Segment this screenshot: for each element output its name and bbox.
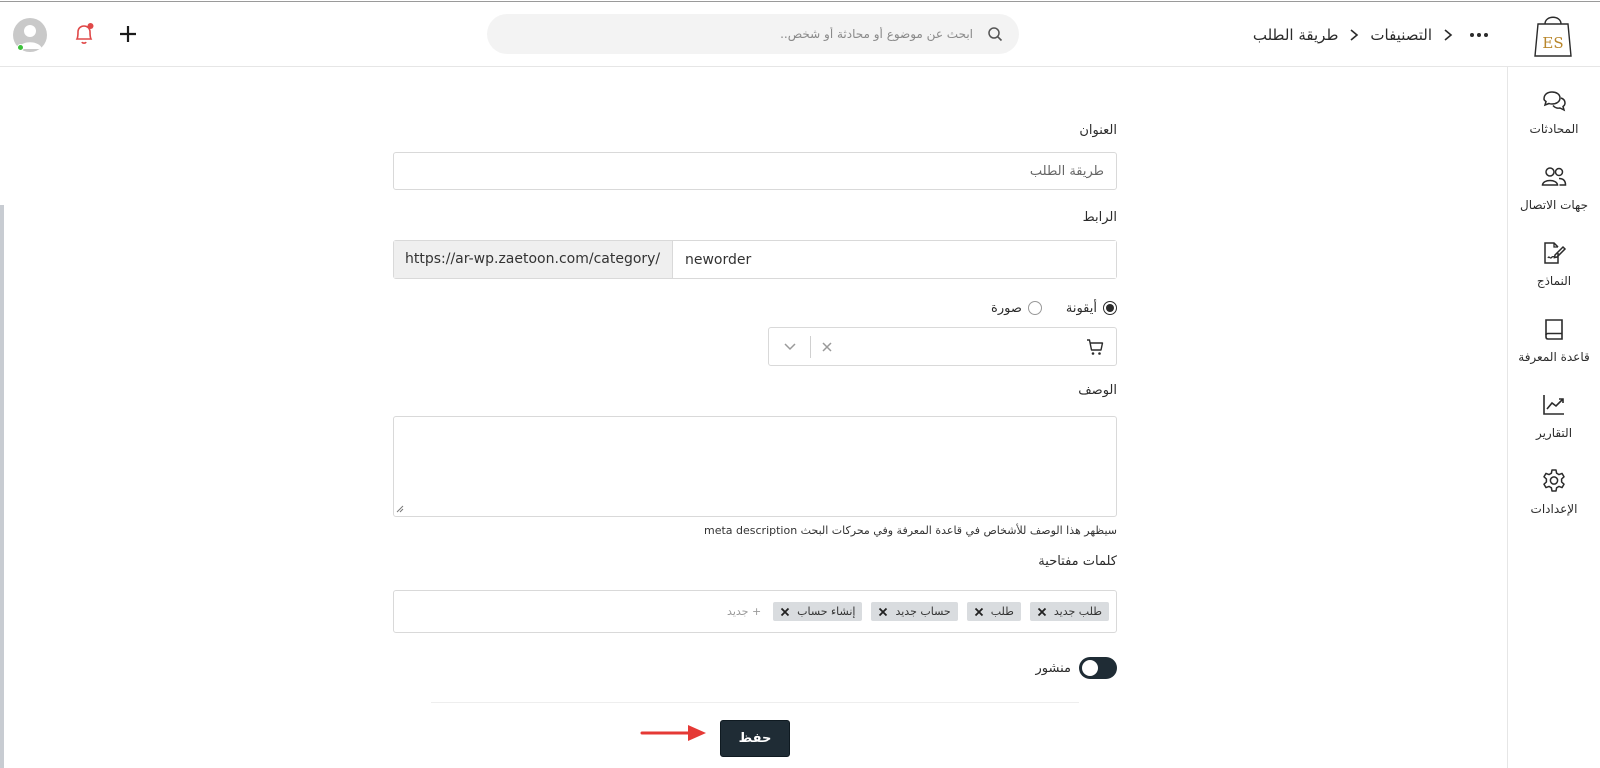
remove-tag-icon[interactable] [974, 607, 984, 617]
keyword-tag: حساب جديد [871, 602, 958, 621]
bell-icon[interactable] [72, 21, 96, 47]
keyword-text: حساب جديد [895, 605, 951, 618]
clear-icon[interactable] [821, 341, 833, 353]
radio-image-label: صورة [991, 300, 1022, 316]
cart-icon [1087, 339, 1104, 355]
description-help: سيظهر هذا الوصف للأشخاص في قاعدة المعرفة… [703, 524, 1117, 537]
keyword-text: إنشاء حساب [797, 605, 856, 618]
chevron-right-icon [1444, 29, 1453, 41]
keyword-tag: إنشاء حساب [773, 602, 863, 621]
icon-select[interactable] [768, 327, 1117, 366]
book-icon [1545, 319, 1563, 340]
forms-icon [1544, 242, 1567, 264]
chevron-down-icon[interactable] [783, 341, 797, 353]
online-status-dot [17, 44, 24, 51]
plus-icon[interactable] [116, 22, 140, 46]
contacts-icon [1541, 167, 1567, 186]
search-input[interactable] [507, 14, 973, 54]
search-icon [988, 27, 1003, 42]
description-textarea[interactable] [393, 416, 1117, 517]
description-label: الوصف [1078, 383, 1117, 398]
keyword-tag: طلب [966, 602, 1021, 621]
sidebar-item-label: قاعدة المعرفة [1518, 350, 1590, 364]
chevron-right-icon [1350, 29, 1359, 41]
sidebar-item-conversations[interactable]: المحادثات [1508, 67, 1600, 137]
save-button[interactable]: حفظ [720, 720, 790, 757]
media-type-options: أيقونة صورة [991, 298, 1117, 318]
sidebar-item-label: المحادثات [1529, 122, 1579, 136]
sidebar-item-forms[interactable]: النماذج [1508, 219, 1600, 289]
sidebar-item-contacts[interactable]: جهات الاتصال [1508, 143, 1600, 213]
add-keyword-button[interactable]: + جديد [727, 605, 761, 618]
logo-text: ES [1542, 34, 1563, 52]
radio-icon-option[interactable] [1103, 301, 1117, 315]
resize-handle-icon[interactable] [396, 505, 404, 513]
arrow-annotation-icon [640, 725, 706, 741]
published-row: منشور [1036, 657, 1117, 679]
title-field[interactable] [393, 152, 1117, 190]
remove-tag-icon[interactable] [1037, 607, 1047, 617]
title-label: العنوان [1079, 123, 1117, 138]
link-label: الرابط [1082, 210, 1117, 225]
breadcrumb-current: طريقة الطلب [1252, 26, 1339, 44]
chart-icon [1543, 395, 1564, 415]
link-field-group: https://ar-wp.zaetoon.com/category/ [393, 240, 1117, 279]
radio-image-option[interactable] [1027, 301, 1042, 315]
remove-tag-icon[interactable] [780, 607, 790, 617]
divider [431, 702, 1079, 703]
keywords-field[interactable]: طلب جديد طلب حساب جديد إنشاء حساب + جديد [393, 590, 1117, 633]
search-bar [487, 14, 1019, 54]
more-icon[interactable] [1468, 24, 1490, 46]
published-label: منشور [1035, 660, 1071, 676]
sidebar-item-label: الإعدادات [1530, 502, 1578, 516]
keyword-text: طلب جديد [1053, 605, 1102, 618]
remove-tag-icon[interactable] [878, 607, 888, 617]
top-bar: ES التصنيفات طريقة الطلب [0, 1, 1600, 67]
published-toggle[interactable] [1079, 657, 1117, 679]
sidebar-item-label: التقارير [1535, 426, 1573, 440]
sidebar-item-reports[interactable]: التقارير [1508, 371, 1600, 441]
logo[interactable]: ES [1532, 12, 1574, 58]
sidebar-item-label: النماذج [1536, 274, 1572, 288]
sidebar-item-label: جهات الاتصال [1519, 198, 1588, 212]
link-prefix: https://ar-wp.zaetoon.com/category/ [394, 241, 673, 278]
sidebar-item-settings[interactable]: الإعدادات [1508, 447, 1600, 517]
scroll-edge [0, 205, 4, 768]
breadcrumb-parent[interactable]: التصنيفات [1370, 26, 1432, 44]
link-slug-field[interactable] [673, 241, 1116, 278]
gear-icon [1543, 469, 1565, 492]
keyword-tag: طلب جديد [1029, 602, 1109, 621]
sidebar: المحادثات جهات الاتصال النماذج قاعدة الم… [1507, 67, 1600, 768]
radio-icon-label: أيقونة [1065, 300, 1097, 316]
keyword-text: طلب [990, 605, 1014, 618]
chat-icon [1543, 91, 1566, 112]
category-form: العنوان الرابط https://ar-wp.zaetoon.com… [393, 67, 1117, 768]
sidebar-item-knowledge-base[interactable]: قاعدة المعرفة [1508, 295, 1600, 365]
keywords-label: كلمات مفتاحية [1038, 554, 1117, 569]
breadcrumb: التصنيفات طريقة الطلب [1253, 20, 1454, 50]
